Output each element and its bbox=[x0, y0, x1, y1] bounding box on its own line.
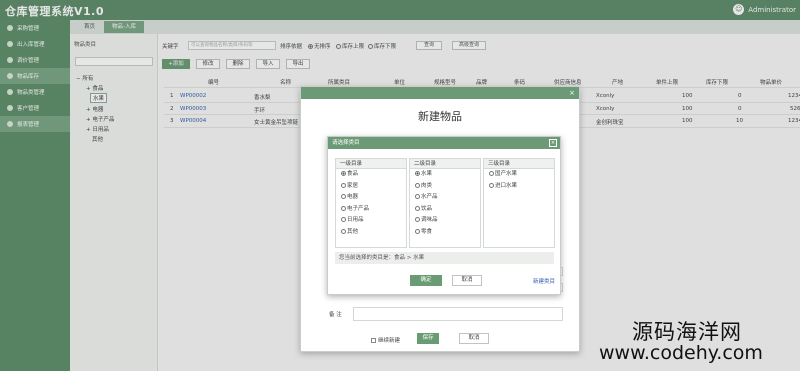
option-food[interactable]: 食品 bbox=[336, 169, 406, 181]
col-head: 二级目录 bbox=[410, 159, 480, 169]
close-icon[interactable]: × bbox=[549, 139, 557, 147]
col-head: 三级目录 bbox=[484, 159, 554, 169]
option-seasoning[interactable]: 调味品 bbox=[410, 215, 480, 227]
category-col-level1: 一级目录 食品 家居 电器 电子产品 日用品 其他 bbox=[335, 158, 407, 248]
option-fruit[interactable]: 水果 bbox=[410, 169, 480, 181]
save-button[interactable]: 保存 bbox=[417, 333, 439, 344]
confirm-button[interactable]: 确定 bbox=[410, 275, 442, 286]
option-imported-fruit[interactable]: 进口水果 bbox=[484, 181, 554, 193]
category-dialog-title: 请选择类目 bbox=[332, 140, 360, 146]
col-head: 一级目录 bbox=[336, 159, 406, 169]
close-icon[interactable]: × bbox=[568, 89, 576, 97]
category-cancel-button[interactable]: 取消 bbox=[452, 275, 482, 286]
option-daily[interactable]: 日用品 bbox=[336, 215, 406, 227]
option-electronics[interactable]: 电子产品 bbox=[336, 204, 406, 216]
selected-category-text: 您当前选择的类目是：食品 > 水果 bbox=[335, 252, 554, 264]
category-col-level2: 二级目录 水果 肉类 水产品 饮品 调味品 零食 bbox=[409, 158, 481, 248]
category-dialog-header: 请选择类目 × bbox=[328, 137, 560, 149]
modal-cancel-button[interactable]: 取消 bbox=[459, 333, 489, 344]
option-drink[interactable]: 饮品 bbox=[410, 204, 480, 216]
remark-label: 备 注 bbox=[329, 312, 342, 318]
option-seafood[interactable]: 水产品 bbox=[410, 192, 480, 204]
option-meat[interactable]: 肉类 bbox=[410, 181, 480, 193]
modal-title: 新建物品 bbox=[418, 110, 462, 123]
watermark-url: www.codehy.com bbox=[599, 342, 763, 364]
category-col-level3: 三级目录 国产水果 进口水果 bbox=[483, 158, 555, 248]
option-other[interactable]: 其他 bbox=[336, 227, 406, 239]
option-domestic-fruit[interactable]: 国产水果 bbox=[484, 169, 554, 181]
option-home[interactable]: 家居 bbox=[336, 181, 406, 193]
category-dialog: 请选择类目 × 一级目录 食品 家居 电器 电子产品 日用品 其他 二级目录 水… bbox=[327, 136, 561, 295]
option-snack[interactable]: 零食 bbox=[410, 227, 480, 239]
option-appliance[interactable]: 电器 bbox=[336, 192, 406, 204]
modal-header: × bbox=[301, 87, 579, 99]
continue-checkbox[interactable]: 继续新建 bbox=[371, 336, 400, 344]
new-category-link[interactable]: 新建类目 bbox=[533, 277, 555, 285]
remark-input[interactable] bbox=[353, 307, 563, 321]
